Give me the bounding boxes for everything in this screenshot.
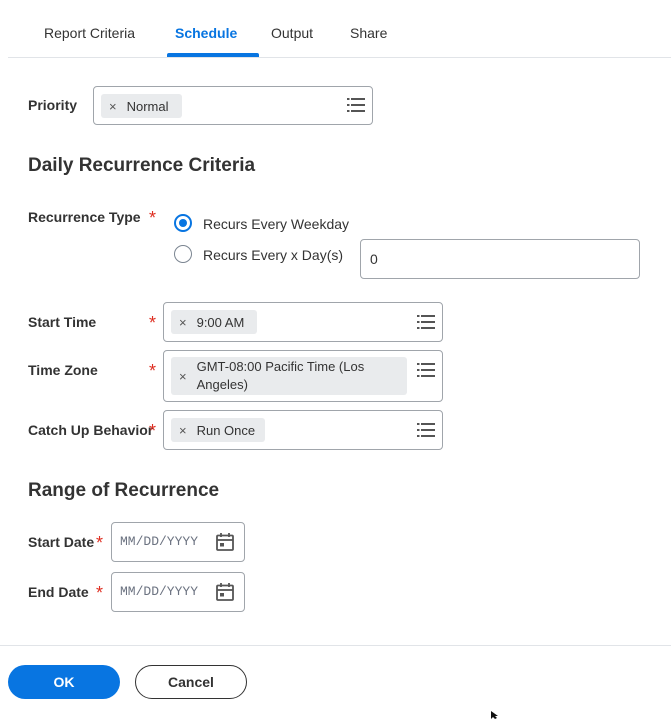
list-icon[interactable] [417,363,435,377]
mouse-cursor-icon [491,711,498,719]
catch-up-behavior-prompt[interactable]: × Run Once [163,410,443,450]
start-date-label: Start Date [28,534,95,550]
time-zone-value-line1: GMT-08:00 Pacific Time (Los [196,359,365,374]
recurs-every-weekday-label: Recurs Every Weekday [203,216,350,232]
remove-catch-up-icon[interactable]: × [179,423,187,438]
tab-output[interactable]: Output [271,25,313,41]
required-indicator: * [149,361,157,381]
time-zone-label: Time Zone [28,362,98,378]
tab-report-criteria[interactable]: Report Criteria [44,25,135,41]
time-zone-value-line2: Angeles) [196,377,248,392]
remove-time-zone-icon[interactable]: × [179,369,187,384]
remove-start-time-icon[interactable]: × [179,315,187,330]
required-indicator: * [96,583,104,603]
required-indicator: * [149,208,157,228]
time-zone-prompt[interactable]: × GMT-08:00 Pacific Time (Los Angeles) [163,350,443,402]
footer-divider [0,645,671,646]
recurs-every-x-days-label: Recurs Every x Day(s) [203,247,344,263]
priority-selected-pill: × Normal [101,94,182,118]
list-icon[interactable] [417,315,435,329]
catch-up-value: Run Once [196,422,256,438]
list-icon[interactable] [417,423,435,437]
radio-recurs-every-weekday[interactable] [174,214,192,232]
start-time-prompt[interactable]: × 9:00 AM [163,302,443,342]
days-input[interactable] [360,239,640,279]
catch-up-behavior-label: Catch Up Behavior [28,422,154,438]
start-date-input[interactable]: MM/DD/YYYY [111,522,245,562]
end-date-input[interactable]: MM/DD/YYYY [111,572,245,612]
recurrence-type-label: Recurrence Type [28,209,141,225]
tab-bar: Report Criteria Schedule Output Share [8,0,671,58]
priority-label: Priority [28,97,78,113]
priority-value: Normal [126,98,169,114]
daily-recurrence-title: Daily Recurrence Criteria [28,155,256,176]
start-time-label: Start Time [28,314,97,330]
tab-schedule[interactable]: Schedule [175,25,237,41]
required-indicator: * [149,421,157,441]
start-date-placeholder[interactable]: MM/DD/YYYY [120,534,198,549]
calendar-icon[interactable] [215,532,235,552]
time-zone-selected-pill: × GMT-08:00 Pacific Time (Los Angeles) [171,357,407,395]
list-icon[interactable] [347,98,365,112]
remove-priority-icon[interactable]: × [109,99,117,114]
start-time-selected-pill: × 9:00 AM [171,310,257,334]
required-indicator: * [149,313,157,333]
ok-button[interactable]: OK [8,665,120,699]
tab-share[interactable]: Share [350,25,387,41]
end-date-placeholder[interactable]: MM/DD/YYYY [120,584,198,599]
end-date-label: End Date [28,584,89,600]
active-tab-indicator [167,53,259,57]
priority-prompt[interactable]: × Normal [93,86,373,125]
start-time-value: 9:00 AM [196,314,245,330]
range-of-recurrence-title: Range of Recurrence [28,480,220,501]
required-indicator: * [96,533,104,553]
catch-up-selected-pill: × Run Once [171,418,265,442]
calendar-icon[interactable] [215,582,235,602]
radio-recurs-every-x-days[interactable] [174,245,192,263]
cancel-button[interactable]: Cancel [135,665,247,699]
